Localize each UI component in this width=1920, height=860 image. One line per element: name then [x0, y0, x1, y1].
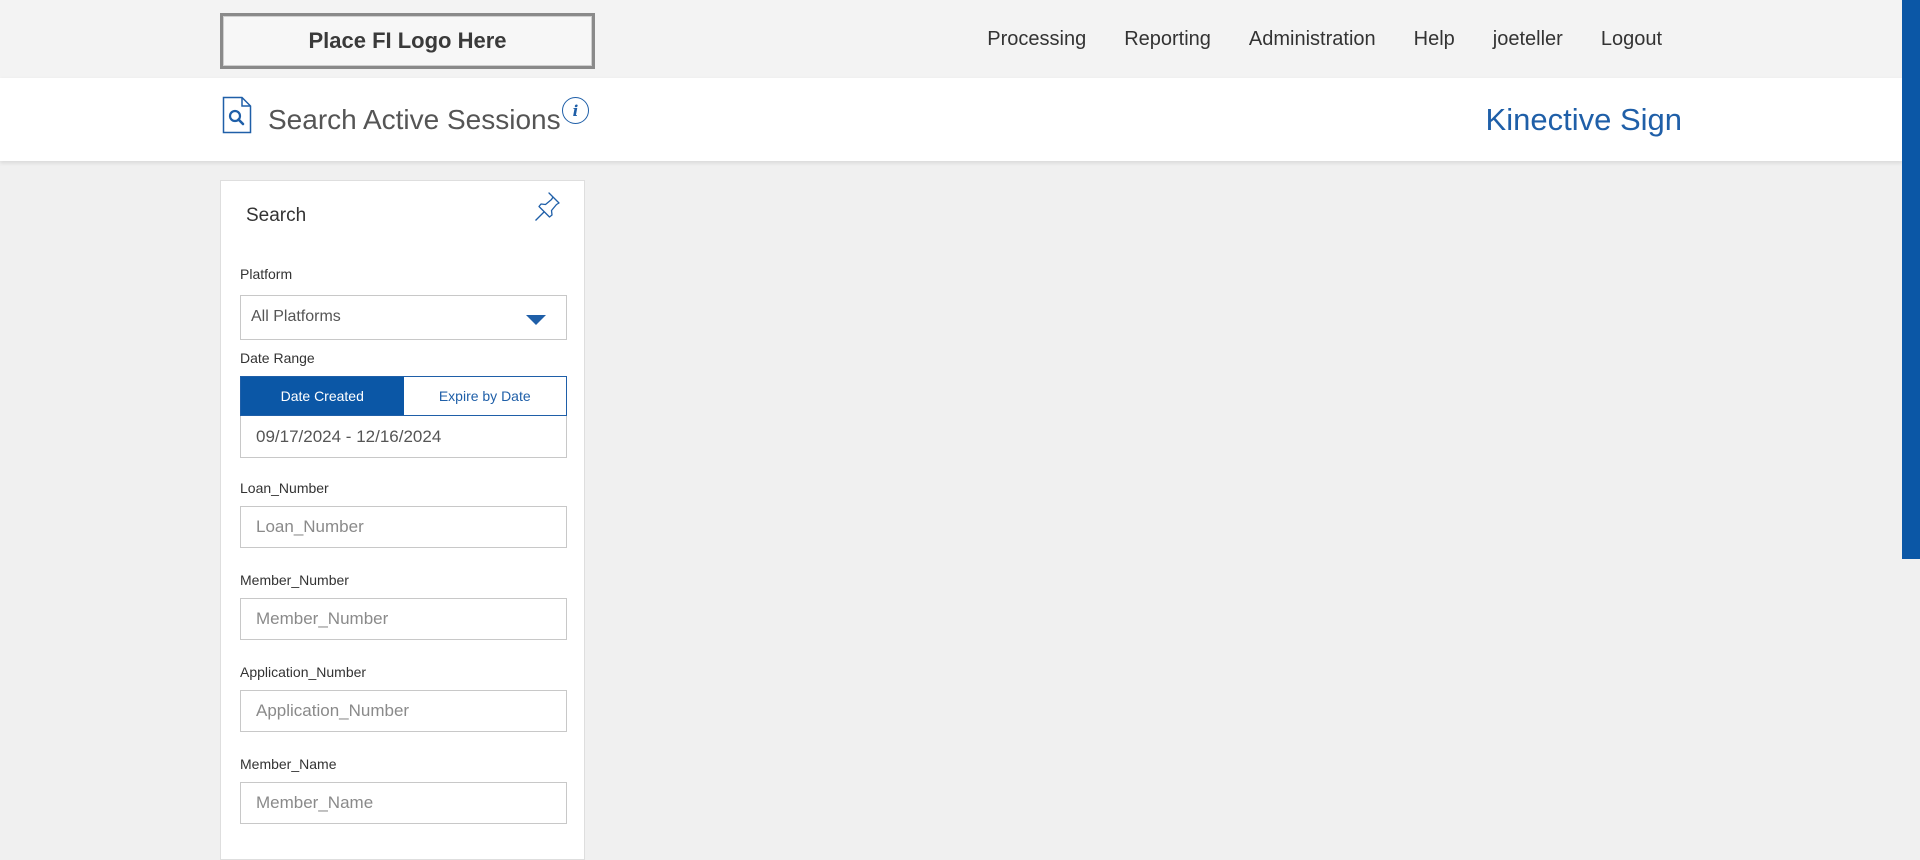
platform-select[interactable]: All Platforms: [240, 295, 567, 340]
member-number-input[interactable]: [240, 598, 567, 640]
page-header: Search Active Sessions i Kinective Sign: [0, 78, 1902, 161]
date-range-label: Date Range: [240, 350, 315, 366]
chevron-down-icon: [526, 315, 546, 325]
fi-logo-placeholder[interactable]: Place FI Logo Here: [220, 13, 595, 69]
page-title: Search Active Sessions: [268, 104, 561, 135]
platform-selected-value: All Platforms: [251, 308, 341, 325]
search-panel: Search Platform All Platforms Date Range…: [220, 180, 585, 860]
search-panel-title: Search: [246, 205, 307, 226]
scrollbar-thumb[interactable]: [1902, 0, 1920, 559]
pin-icon[interactable]: [532, 189, 564, 225]
member-name-label: Member_Name: [240, 756, 337, 772]
nav-help[interactable]: Help: [1414, 28, 1455, 51]
product-brand: Kinective Sign: [1485, 102, 1682, 137]
date-created-toggle[interactable]: Date Created: [241, 377, 404, 415]
loan-number-input[interactable]: [240, 506, 567, 548]
main-nav: Processing Reporting Administration Help…: [987, 28, 1662, 51]
nav-logout[interactable]: Logout: [1601, 28, 1662, 51]
nav-user-account[interactable]: joeteller: [1493, 28, 1563, 51]
member-number-label: Member_Number: [240, 572, 349, 588]
search-document-icon: [222, 96, 252, 134]
loan-number-label: Loan_Number: [240, 480, 329, 496]
nav-processing[interactable]: Processing: [987, 28, 1086, 51]
platform-label: Platform: [240, 266, 293, 282]
application-number-label: Application_Number: [240, 664, 367, 680]
nav-reporting[interactable]: Reporting: [1124, 28, 1211, 51]
info-icon[interactable]: i: [562, 97, 589, 124]
application-number-input[interactable]: [240, 690, 567, 732]
member-name-input[interactable]: [240, 782, 567, 824]
top-navigation-bar: Place FI Logo Here Processing Reporting …: [0, 0, 1902, 78]
date-range-input[interactable]: [240, 416, 567, 458]
nav-administration[interactable]: Administration: [1249, 28, 1376, 51]
date-range-toggle: Date Created Expire by Date: [240, 376, 567, 416]
expire-by-date-toggle[interactable]: Expire by Date: [403, 377, 566, 415]
vertical-scrollbar[interactable]: [1902, 0, 1920, 847]
